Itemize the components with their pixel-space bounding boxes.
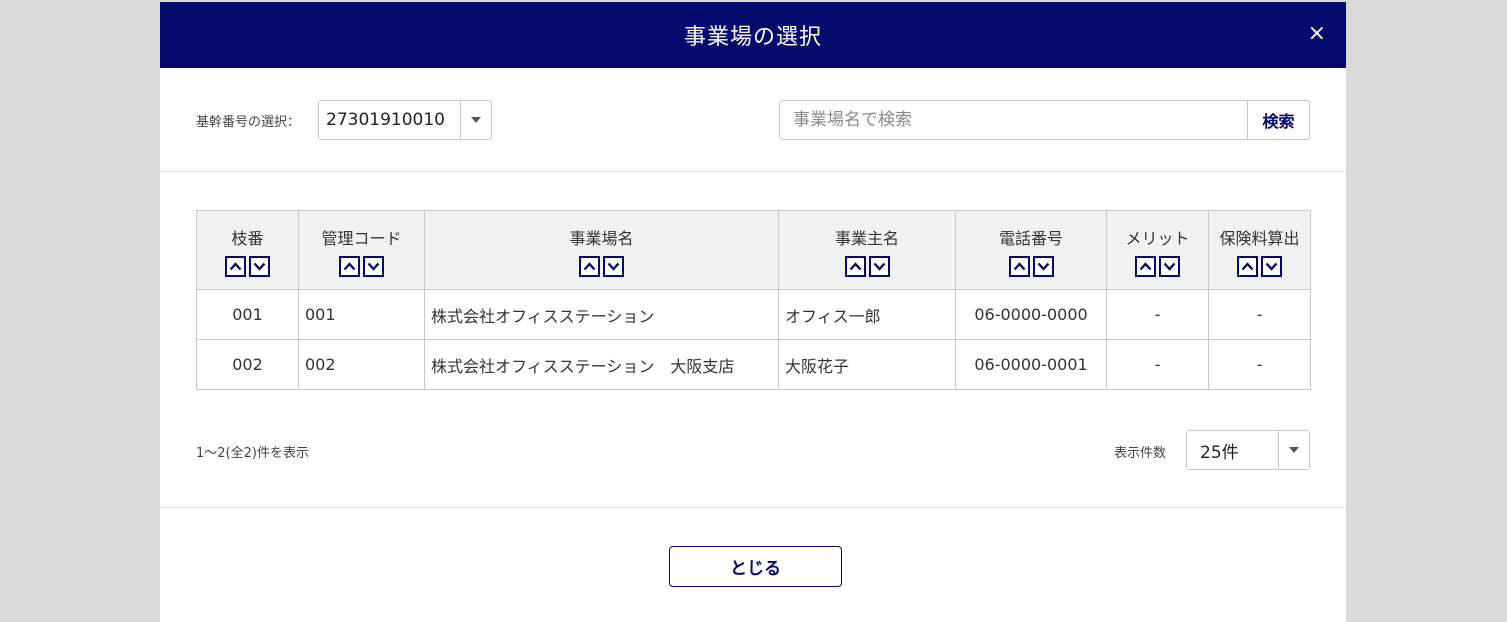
cell-premium-calculation: - xyxy=(1208,339,1311,390)
chevron-down-icon xyxy=(1037,262,1049,271)
modal-header: 事業場の選択 × xyxy=(160,2,1346,68)
cell-branch-number: 002 xyxy=(196,339,299,390)
chevron-up-icon xyxy=(849,262,861,271)
column-header-phone-number: 電話番号 xyxy=(955,210,1107,290)
cell-phone-number: 06-0000-0000 xyxy=(955,289,1107,340)
close-icon[interactable]: × xyxy=(1308,20,1326,48)
sort-controls xyxy=(1107,256,1208,277)
chevron-up-icon xyxy=(343,262,356,271)
sort-controls xyxy=(779,256,955,277)
column-label: メリット xyxy=(1125,229,1190,248)
cell-branch-number: 001 xyxy=(196,289,299,340)
column-label: 管理コード xyxy=(321,229,402,248)
sort-asc-button[interactable] xyxy=(1135,256,1156,277)
per-page-value: 25件 xyxy=(1187,431,1279,469)
column-header-workplace-name: 事業場名 xyxy=(424,210,779,290)
caret-down-icon[interactable] xyxy=(461,101,491,139)
sort-desc-button[interactable] xyxy=(363,256,384,277)
column-header-owner-name: 事業主名 xyxy=(778,210,956,290)
chevron-up-icon xyxy=(583,262,596,271)
sort-desc-button[interactable] xyxy=(1261,256,1282,277)
sort-asc-button[interactable] xyxy=(579,256,600,277)
column-header-management-code: 管理コード xyxy=(298,210,425,290)
sort-controls xyxy=(299,256,424,277)
close-button[interactable]: とじる xyxy=(669,546,842,587)
search-input[interactable] xyxy=(780,101,1247,139)
caret-down-icon[interactable] xyxy=(1279,431,1309,469)
chevron-up-icon xyxy=(1013,262,1025,271)
sort-asc-button[interactable] xyxy=(1008,256,1030,277)
column-label: 電話番号 xyxy=(998,229,1063,248)
sort-desc-button[interactable] xyxy=(868,256,890,277)
modal-footer: とじる xyxy=(160,507,1346,622)
cell-merit: - xyxy=(1106,339,1209,390)
sort-controls xyxy=(197,256,298,277)
kikan-number-select[interactable]: 27301910010 xyxy=(318,100,492,140)
chevron-up-icon xyxy=(1241,262,1254,271)
sort-controls xyxy=(425,256,778,277)
table-row[interactable]: 002 002 株式会社オフィスステーション 大阪支店 大阪花子 06-0000… xyxy=(196,339,1311,390)
column-header-branch-number: 枝番 xyxy=(196,210,299,290)
column-header-merit: メリット xyxy=(1106,210,1209,290)
cell-premium-calculation: - xyxy=(1208,289,1311,340)
kikan-number-value: 27301910010 xyxy=(319,101,461,139)
sort-desc-button[interactable] xyxy=(1032,256,1054,277)
sort-asc-button[interactable] xyxy=(339,256,360,277)
cell-workplace-name: 株式会社オフィスステーション xyxy=(424,289,779,340)
select-workplace-modal: 事業場の選択 × 基幹番号の選択： 27301910010 検索 枝番 xyxy=(160,2,1346,622)
per-page-label: 表示件数 xyxy=(1114,446,1167,461)
sort-controls xyxy=(1209,256,1310,277)
table-row[interactable]: 001 001 株式会社オフィスステーション オフィス一郎 06-0000-00… xyxy=(196,289,1311,340)
cell-phone-number: 06-0000-0001 xyxy=(955,339,1107,390)
sort-controls xyxy=(956,256,1106,277)
chevron-down-icon xyxy=(253,262,266,271)
chevron-down-icon xyxy=(1163,262,1176,271)
column-label: 事業場名 xyxy=(569,229,634,248)
chevron-down-icon xyxy=(873,262,885,271)
workplace-table: 枝番 管理コード 事業場名 事業主名 電話番号 メリット 保険料算出 001 0… xyxy=(196,210,1311,390)
column-label: 事業主名 xyxy=(834,229,899,248)
column-header-premium-calculation: 保険料算出 xyxy=(1208,210,1311,290)
chevron-down-icon xyxy=(367,262,380,271)
table-header-row: 枝番 管理コード 事業場名 事業主名 電話番号 メリット 保険料算出 xyxy=(196,210,1311,290)
cell-management-code: 001 xyxy=(298,289,425,340)
chevron-up-icon xyxy=(1139,262,1152,271)
cell-owner-name: 大阪花子 xyxy=(778,339,956,390)
search-box: 検索 xyxy=(779,100,1310,140)
chevron-down-icon xyxy=(1265,262,1278,271)
cell-workplace-name: 株式会社オフィスステーション 大阪支店 xyxy=(424,339,779,390)
sort-asc-button[interactable] xyxy=(1237,256,1258,277)
sort-desc-button[interactable] xyxy=(1159,256,1180,277)
sort-asc-button[interactable] xyxy=(225,256,246,277)
column-label: 保険料算出 xyxy=(1219,229,1300,248)
cell-management-code: 002 xyxy=(298,339,425,390)
column-label: 枝番 xyxy=(231,229,264,248)
sort-desc-button[interactable] xyxy=(603,256,624,277)
search-button[interactable]: 検索 xyxy=(1247,101,1309,139)
sort-desc-button[interactable] xyxy=(249,256,270,277)
cell-merit: - xyxy=(1106,289,1209,340)
chevron-down-icon xyxy=(607,262,620,271)
per-page-select[interactable]: 25件 xyxy=(1186,430,1310,470)
chevron-up-icon xyxy=(229,262,242,271)
filter-bar: 基幹番号の選択： 27301910010 検索 xyxy=(160,68,1346,172)
cell-owner-name: オフィス一郎 xyxy=(778,289,956,340)
sort-asc-button[interactable] xyxy=(844,256,866,277)
result-count-text: 1〜2(全2)件を表示 xyxy=(196,446,309,461)
modal-title: 事業場の選択 xyxy=(683,25,822,50)
kikan-number-label: 基幹番号の選択： xyxy=(196,115,301,130)
